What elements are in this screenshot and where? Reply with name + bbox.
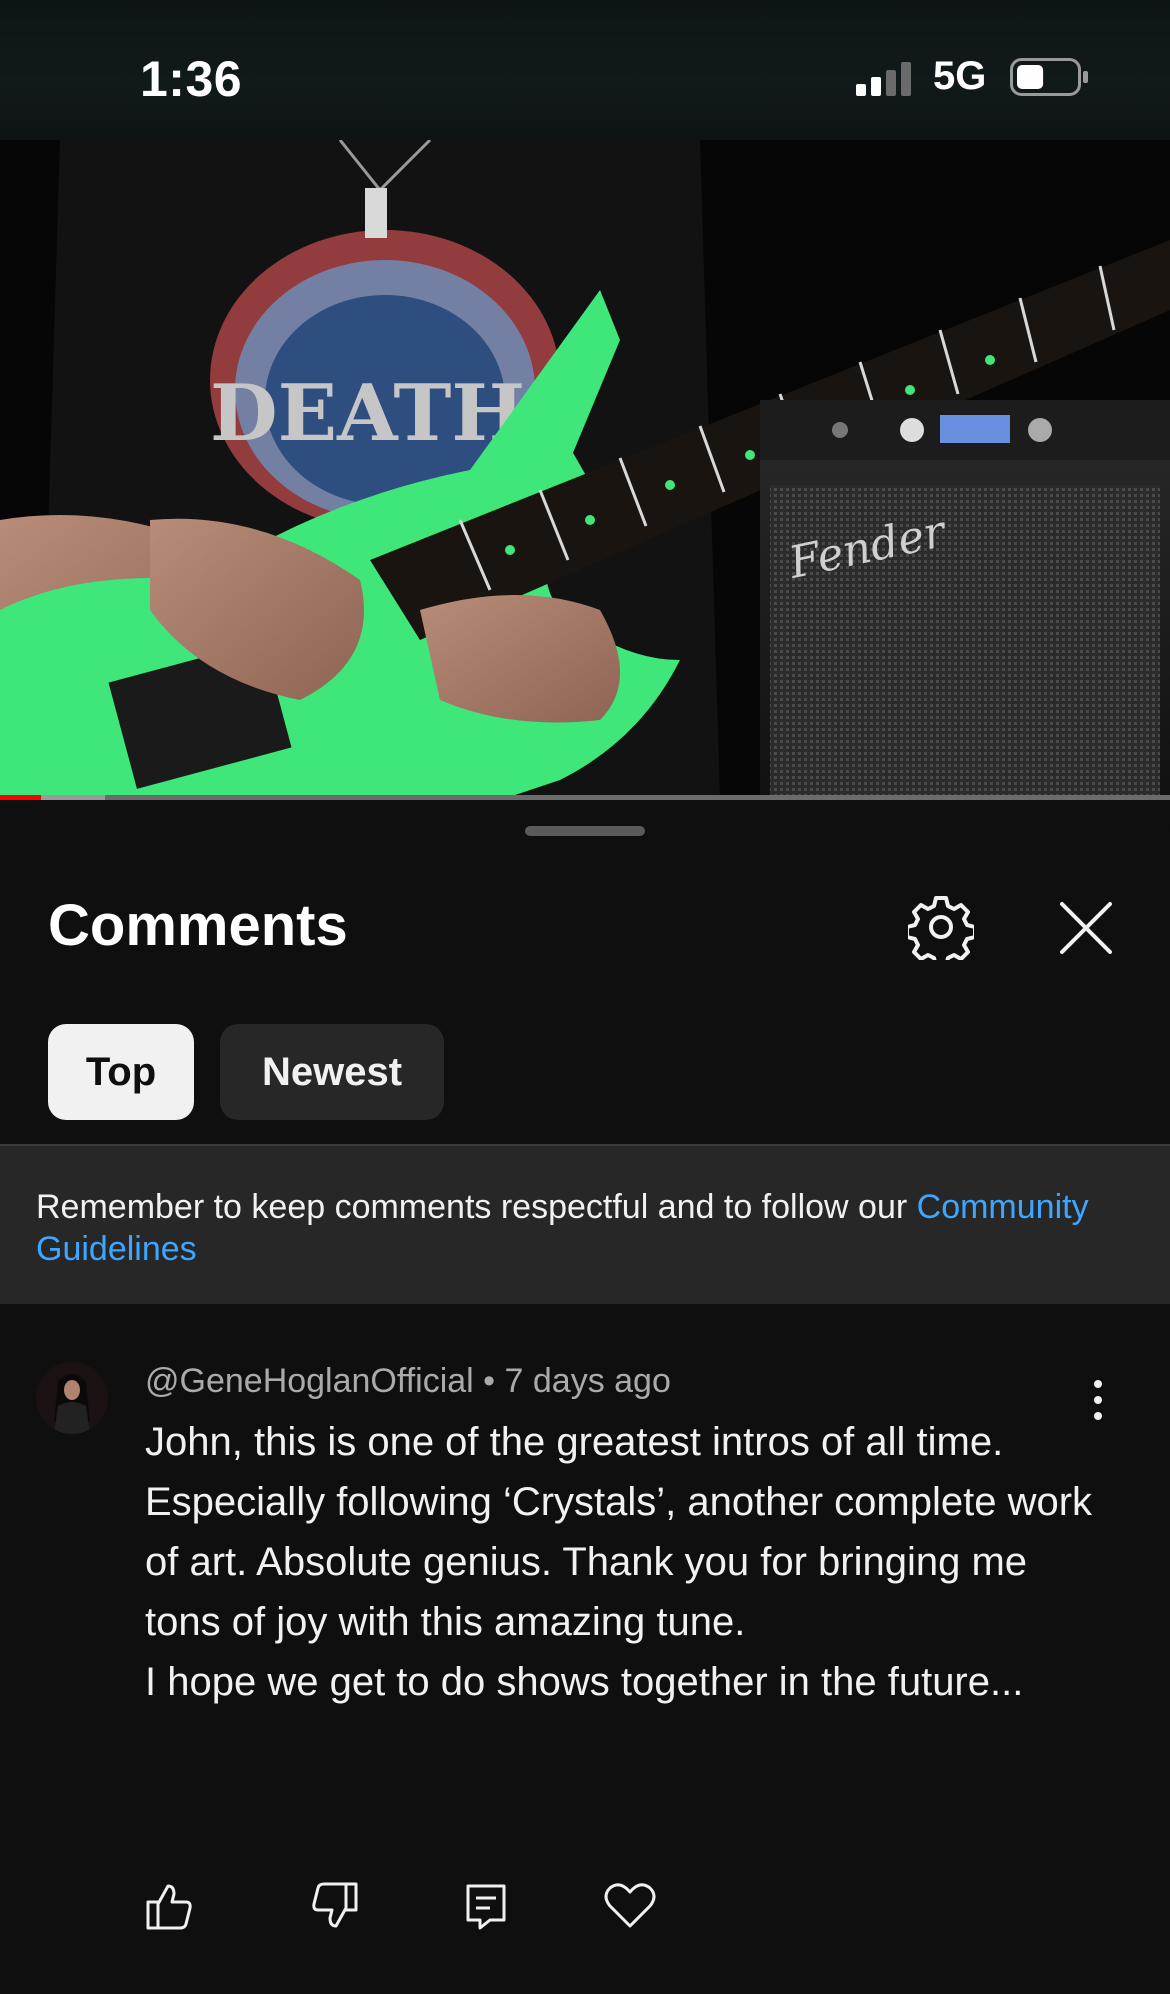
video-progress-bar[interactable] [0,795,41,800]
comment-author[interactable]: @GeneHoglanOfficial [145,1362,474,1400]
drag-handle[interactable] [525,826,645,836]
avatar-image [36,1362,108,1434]
network-type: 5G [933,54,987,98]
reply-icon[interactable] [456,1876,516,1936]
gear-icon[interactable] [908,894,974,960]
cellular-signal-icon [856,62,911,96]
video-progress-track[interactable] [0,795,1170,800]
close-icon[interactable] [1056,898,1116,958]
meta-separator: • [473,1362,505,1400]
comment-meta: @GeneHoglanOfficial • 7 days ago [145,1362,671,1401]
comments-title: Comments [48,893,348,958]
like-icon[interactable] [138,1876,198,1936]
video-frame-image: DEATH Fender [0,140,1170,800]
community-notice: Remember to keep comments respectful and… [0,1144,1170,1304]
battery-icon [1010,58,1088,96]
comments-panel: Comments Top Newest Remember to keep com… [0,802,1170,1994]
filter-top-chip[interactable]: Top [48,1024,194,1120]
filter-newest-chip[interactable]: Newest [220,1024,444,1120]
status-bar: 1:36 5G [0,0,1170,140]
avatar[interactable] [36,1362,108,1434]
notice-text: Remember to keep comments respectful and… [36,1188,917,1226]
status-time: 1:36 [140,51,243,107]
heart-icon[interactable] [600,1876,660,1936]
dislike-icon[interactable] [306,1876,366,1936]
comment-time: 7 days ago [504,1362,671,1400]
comment-text: John, this is one of the greatest intros… [145,1420,1093,1704]
shirt-print-text: DEATH [210,368,525,459]
video-player[interactable]: DEATH Fender [0,140,1170,800]
